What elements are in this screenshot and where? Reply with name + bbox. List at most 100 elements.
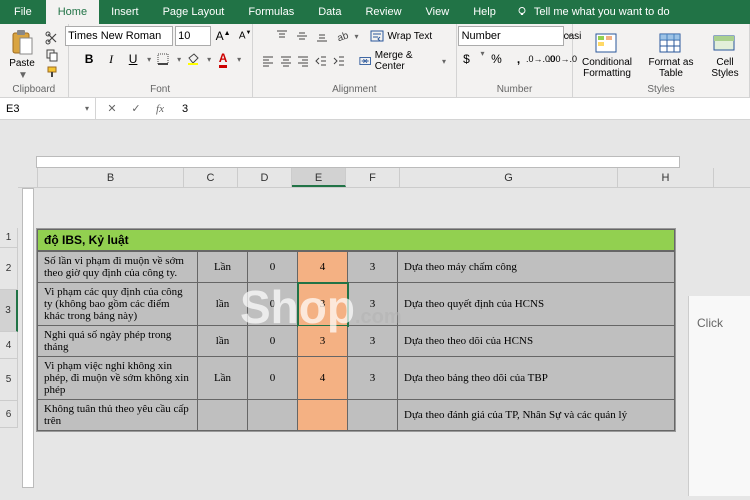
cancel-formula-button[interactable]: ✕ bbox=[104, 102, 120, 115]
currency-button[interactable]: $ bbox=[457, 49, 477, 69]
format-as-table-button[interactable]: Format as Table bbox=[643, 32, 699, 79]
worksheet-page[interactable]: độ IBS, Kỷ luật Số lần vi phạm đi muộn v… bbox=[36, 228, 676, 432]
col-header[interactable]: D bbox=[238, 168, 292, 187]
cell[interactable]: Không tuân thủ theo yêu cầu cấp trên bbox=[38, 400, 198, 431]
cell[interactable] bbox=[298, 400, 348, 431]
align-middle-button[interactable] bbox=[292, 26, 312, 46]
group-label-clipboard: Clipboard bbox=[6, 84, 62, 97]
table-row[interactable]: Nghi quá số ngày phép trong thánglần033D… bbox=[38, 326, 675, 357]
wrap-text-button[interactable]: Wrap Text bbox=[366, 27, 436, 45]
selected-cell[interactable]: 3 bbox=[298, 283, 348, 326]
decrease-indent-button[interactable] bbox=[312, 51, 330, 71]
col-header[interactable]: B bbox=[38, 168, 184, 187]
col-header[interactable]: C bbox=[184, 168, 238, 187]
tell-me-search[interactable]: Tell me what you want to do bbox=[516, 6, 670, 18]
cell[interactable]: 3 bbox=[348, 326, 398, 357]
tab-home[interactable]: Home bbox=[46, 0, 99, 24]
cell[interactable]: 3 bbox=[348, 252, 398, 283]
col-header[interactable]: F bbox=[346, 168, 400, 187]
cell[interactable]: Dựa theo quyết định của HCNS bbox=[398, 283, 675, 326]
cell[interactable]: Lần bbox=[198, 357, 248, 400]
cut-button[interactable] bbox=[44, 31, 60, 45]
row-header[interactable]: 6 bbox=[0, 401, 18, 428]
align-right-button[interactable] bbox=[294, 51, 312, 71]
cell[interactable]: 3 bbox=[298, 326, 348, 357]
row-header[interactable]: 2 bbox=[0, 248, 18, 290]
lightbulb-icon bbox=[516, 6, 528, 18]
cell[interactable]: Số lần vi phạm đi muộn về sớm theo giờ q… bbox=[38, 252, 198, 283]
bold-button[interactable]: B bbox=[79, 49, 99, 69]
name-box[interactable]: E3▾ bbox=[0, 98, 96, 119]
cell[interactable]: Lần bbox=[198, 252, 248, 283]
conditional-formatting-button[interactable]: Conditional Formatting bbox=[579, 32, 635, 79]
tab-page-layout[interactable]: Page Layout bbox=[151, 0, 237, 24]
increase-indent-button[interactable] bbox=[330, 51, 348, 71]
cell[interactable] bbox=[198, 400, 248, 431]
cell[interactable]: Nghi quá số ngày phép trong tháng bbox=[38, 326, 198, 357]
chevron-down-icon: ▾ bbox=[442, 57, 446, 66]
cell[interactable]: Dựa theo theo dõi của HCNS bbox=[398, 326, 675, 357]
cell[interactable]: 0 bbox=[248, 357, 298, 400]
cell[interactable]: 0 bbox=[248, 283, 298, 326]
row-header[interactable]: 1 bbox=[0, 228, 18, 248]
paste-button[interactable]: Paste ▼ bbox=[6, 29, 38, 81]
cell[interactable]: Vi phạm các quy định của công ty (không … bbox=[38, 283, 198, 326]
align-top-button[interactable] bbox=[272, 26, 292, 46]
enter-formula-button[interactable]: ✓ bbox=[128, 102, 144, 115]
formula-bar[interactable]: 3 bbox=[182, 103, 188, 115]
font-color-button[interactable]: A bbox=[213, 49, 233, 69]
tab-review[interactable]: Review bbox=[353, 0, 413, 24]
table-row[interactable]: Vi phạm các quy định của công ty (không … bbox=[38, 283, 675, 326]
tab-insert[interactable]: Insert bbox=[99, 0, 151, 24]
tab-view[interactable]: View bbox=[414, 0, 462, 24]
align-center-button[interactable] bbox=[277, 51, 295, 71]
italic-button[interactable]: I bbox=[101, 49, 121, 69]
cell[interactable]: 4 bbox=[298, 357, 348, 400]
table-row[interactable]: Số lần vi phạm đi muộn về sớm theo giờ q… bbox=[38, 252, 675, 283]
side-panel[interactable]: Click bbox=[688, 296, 750, 496]
cell[interactable]: 4 bbox=[298, 252, 348, 283]
tab-file[interactable]: File bbox=[0, 0, 46, 24]
col-header[interactable]: G bbox=[400, 168, 618, 187]
tab-help[interactable]: Help bbox=[461, 0, 508, 24]
cell[interactable]: Vi phạm việc nghỉ không xin phép, đi muộ… bbox=[38, 357, 198, 400]
percent-button[interactable]: % bbox=[487, 49, 507, 69]
cell[interactable]: Dựa theo bảng theo dõi của TBP bbox=[398, 357, 675, 400]
font-name-select[interactable] bbox=[65, 26, 173, 46]
cell[interactable] bbox=[348, 400, 398, 431]
cell[interactable]: lần bbox=[198, 326, 248, 357]
cell[interactable]: Dựa theo máy chấm công bbox=[398, 252, 675, 283]
cell-styles-button[interactable]: Cell Styles bbox=[707, 32, 743, 79]
format-painter-button[interactable] bbox=[44, 65, 60, 79]
cell[interactable]: 3 bbox=[348, 283, 398, 326]
table-row[interactable]: Vi phạm việc nghỉ không xin phép, đi muộ… bbox=[38, 357, 675, 400]
cell[interactable] bbox=[248, 400, 298, 431]
table-row[interactable]: Không tuân thủ theo yêu cầu cấp trên Dựa … bbox=[38, 400, 675, 431]
underline-button[interactable]: U bbox=[123, 49, 143, 69]
border-button[interactable] bbox=[153, 49, 173, 69]
increase-font-button[interactable]: A▲ bbox=[213, 26, 233, 46]
orientation-button[interactable]: ab bbox=[332, 26, 352, 46]
fill-color-button[interactable] bbox=[183, 49, 203, 69]
col-header[interactable]: E bbox=[292, 168, 346, 187]
cell[interactable]: 0 bbox=[248, 252, 298, 283]
merge-center-button[interactable]: Merge & Center ▾ bbox=[355, 48, 450, 74]
tab-formulas[interactable]: Formulas bbox=[236, 0, 306, 24]
number-format-select[interactable] bbox=[458, 26, 564, 46]
align-bottom-button[interactable] bbox=[312, 26, 332, 46]
align-left-button[interactable] bbox=[259, 51, 277, 71]
row-header[interactable]: 3 bbox=[0, 290, 18, 332]
row-header[interactable]: 5 bbox=[0, 359, 18, 401]
cell[interactable]: 0 bbox=[248, 326, 298, 357]
paste-icon bbox=[9, 29, 35, 57]
decrease-decimal-button[interactable]: .00→.0 bbox=[553, 49, 573, 69]
col-header[interactable]: H bbox=[618, 168, 714, 187]
cell[interactable]: Dựa theo đánh giá của TP, Nhân Sự và các… bbox=[398, 400, 675, 431]
copy-button[interactable] bbox=[44, 48, 60, 62]
tab-data[interactable]: Data bbox=[306, 0, 353, 24]
cell[interactable]: 3 bbox=[348, 357, 398, 400]
font-size-select[interactable] bbox=[175, 26, 211, 46]
fx-icon[interactable]: fx bbox=[152, 103, 168, 115]
cell[interactable]: lần bbox=[198, 283, 248, 326]
row-header[interactable]: 4 bbox=[0, 332, 18, 359]
